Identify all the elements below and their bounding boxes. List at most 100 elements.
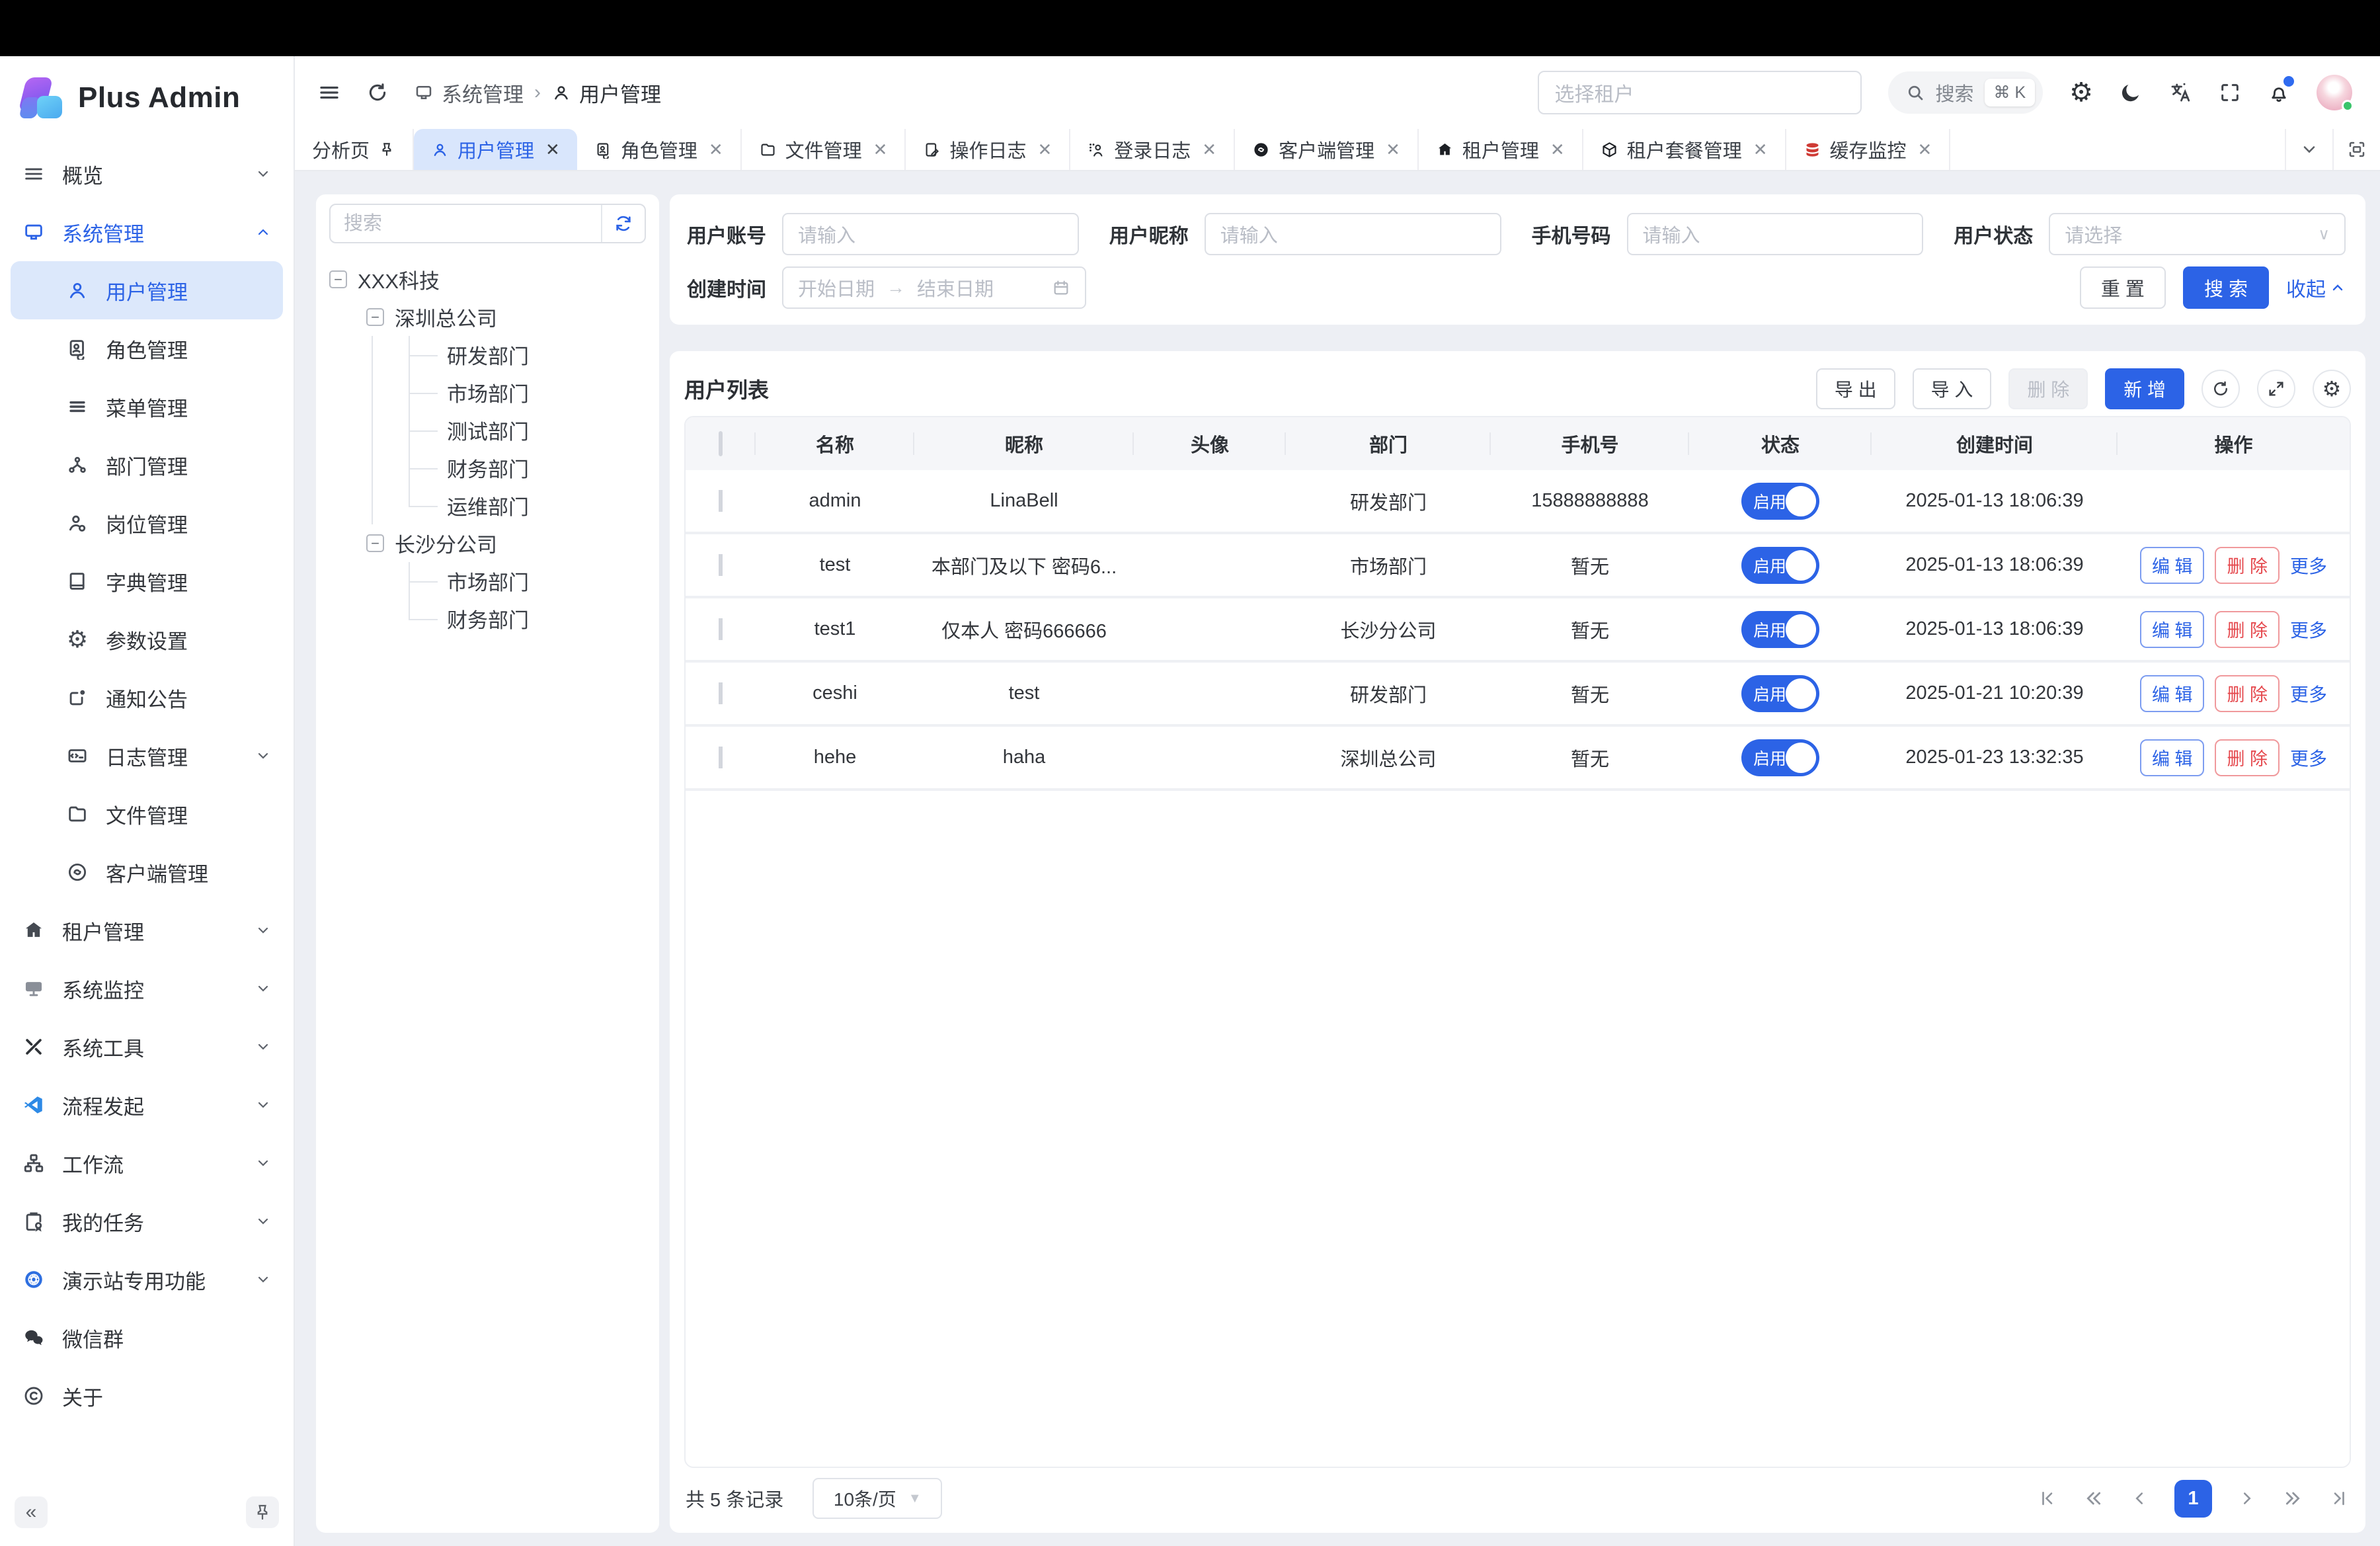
first-page-button[interactable] bbox=[2038, 1488, 2058, 1508]
user-avatar[interactable] bbox=[2317, 75, 2352, 110]
table-refresh-button[interactable] bbox=[2202, 370, 2240, 408]
sidebar-item-system-mgmt[interactable]: 系统管理 bbox=[11, 203, 283, 261]
status-toggle[interactable]: 启用 bbox=[1741, 483, 1819, 520]
export-button[interactable]: 导 出 bbox=[1816, 368, 1895, 409]
tree-collapse-box[interactable]: − bbox=[366, 308, 384, 326]
sidebar-item-workflow[interactable]: 工作流 bbox=[11, 1134, 283, 1192]
delete-row-button[interactable]: 删 除 bbox=[2215, 675, 2280, 712]
tree-node-rd-dept[interactable]: 研发部门 bbox=[329, 336, 646, 374]
table-settings-button[interactable]: ⚙ bbox=[2313, 370, 2351, 408]
table-fullscreen-button[interactable] bbox=[2257, 370, 2295, 408]
back-5-pages-button[interactable] bbox=[2083, 1488, 2104, 1509]
tree-node-finance-dept[interactable]: 财务部门 bbox=[329, 449, 646, 487]
close-icon[interactable]: ✕ bbox=[1753, 140, 1768, 160]
tab-file-mgmt[interactable]: 文件管理 ✕ bbox=[742, 129, 906, 170]
close-icon[interactable]: ✕ bbox=[1386, 140, 1400, 160]
tab-login-log[interactable]: 登录日志 ✕ bbox=[1070, 129, 1235, 170]
delete-row-button[interactable]: 删 除 bbox=[2215, 739, 2280, 776]
sidebar-item-param-settings[interactable]: ⚙ 参数设置 bbox=[11, 610, 283, 669]
more-link[interactable]: 更多 bbox=[2290, 680, 2327, 707]
sidebar-item-overview[interactable]: 概览 bbox=[11, 145, 283, 203]
row-checkbox[interactable] bbox=[719, 618, 723, 640]
nickname-input[interactable]: 请输入 bbox=[1205, 213, 1501, 255]
sidebar-item-wechat-group[interactable]: 微信群 bbox=[11, 1309, 283, 1367]
sidebar-item-tenant-mgmt[interactable]: 租户管理 bbox=[11, 901, 283, 959]
next-page-button[interactable] bbox=[2237, 1488, 2257, 1508]
dept-search-input[interactable] bbox=[331, 213, 601, 235]
row-checkbox[interactable] bbox=[719, 490, 723, 512]
content-fullscreen-button[interactable] bbox=[2332, 129, 2380, 170]
tab-cache-monitor[interactable]: 缓存监控 ✕ bbox=[1786, 129, 1951, 170]
sidebar-item-dict-mgmt[interactable]: 字典管理 bbox=[11, 552, 283, 610]
account-input[interactable]: 请输入 bbox=[782, 213, 1079, 255]
sidebar-item-user-mgmt[interactable]: 用户管理 bbox=[11, 261, 283, 319]
close-icon[interactable]: ✕ bbox=[709, 140, 723, 160]
status-toggle[interactable]: 启用 bbox=[1741, 611, 1819, 648]
breadcrumb-system-mgmt[interactable]: 系统管理 bbox=[414, 78, 524, 108]
sidebar-item-file-mgmt[interactable]: 文件管理 bbox=[11, 785, 283, 843]
hamburger-menu-icon[interactable] bbox=[317, 81, 341, 104]
delete-button[interactable]: 删 除 bbox=[2008, 368, 2088, 409]
pin-icon[interactable] bbox=[378, 141, 395, 158]
sidebar-item-dept-mgmt[interactable]: 部门管理 bbox=[11, 436, 283, 494]
tree-refresh-button[interactable] bbox=[601, 205, 645, 242]
row-checkbox[interactable] bbox=[719, 682, 723, 704]
translate-icon[interactable] bbox=[2168, 81, 2192, 104]
sidebar-item-notice[interactable]: 通知公告 bbox=[11, 669, 283, 727]
sidebar-item-log-mgmt[interactable]: 日志管理 bbox=[11, 727, 283, 785]
tab-analysis[interactable]: 分析页 bbox=[295, 129, 414, 170]
more-link[interactable]: 更多 bbox=[2290, 616, 2327, 643]
page-size-select[interactable]: 10条/页 ▼ bbox=[813, 1478, 942, 1519]
tab-list-dropdown-button[interactable] bbox=[2285, 129, 2332, 170]
forward-5-pages-button[interactable] bbox=[2282, 1488, 2303, 1509]
close-icon[interactable]: ✕ bbox=[1918, 140, 1932, 160]
tab-operation-log[interactable]: 操作日志 ✕ bbox=[906, 129, 1070, 170]
tree-node-ops-dept[interactable]: 运维部门 bbox=[329, 487, 646, 524]
delete-row-button[interactable]: 删 除 bbox=[2215, 611, 2280, 648]
tree-node-cs-market-dept[interactable]: 市场部门 bbox=[329, 562, 646, 600]
sidebar-item-post-mgmt[interactable]: 岗位管理 bbox=[11, 494, 283, 552]
more-link[interactable]: 更多 bbox=[2290, 745, 2327, 771]
more-link[interactable]: 更多 bbox=[2290, 552, 2327, 579]
sidebar-item-client-mgmt[interactable]: 客户端管理 bbox=[11, 843, 283, 901]
delete-row-button[interactable]: 删 除 bbox=[2215, 547, 2280, 584]
reset-button[interactable]: 重 置 bbox=[2080, 266, 2166, 309]
import-button[interactable]: 导 入 bbox=[1913, 368, 1992, 409]
close-icon[interactable]: ✕ bbox=[1202, 140, 1216, 160]
sidebar-item-demo-features[interactable]: 演示站专用功能 bbox=[11, 1250, 283, 1309]
close-icon[interactable]: ✕ bbox=[1037, 140, 1052, 160]
tree-node-cs-finance-dept[interactable]: 财务部门 bbox=[329, 600, 646, 637]
created-date-range[interactable]: 开始日期 → 结束日期 bbox=[782, 266, 1086, 309]
tab-role-mgmt[interactable]: 角色管理 ✕ bbox=[577, 129, 742, 170]
close-icon[interactable]: ✕ bbox=[545, 140, 560, 160]
tree-node-market-dept[interactable]: 市场部门 bbox=[329, 374, 646, 411]
search-button[interactable]: 搜 索 bbox=[2183, 266, 2269, 309]
sidebar-item-system-monitor[interactable]: 系统监控 bbox=[11, 959, 283, 1018]
dark-mode-moon-icon[interactable] bbox=[2120, 81, 2142, 104]
status-select[interactable]: 请选择 ∨ bbox=[2049, 213, 2346, 255]
close-icon[interactable]: ✕ bbox=[1550, 140, 1565, 160]
edit-button[interactable]: 编 辑 bbox=[2140, 675, 2205, 712]
sidebar-item-role-mgmt[interactable]: 角色管理 bbox=[11, 319, 283, 378]
status-toggle[interactable]: 启用 bbox=[1741, 547, 1819, 584]
edit-button[interactable]: 编 辑 bbox=[2140, 547, 2205, 584]
row-checkbox[interactable] bbox=[719, 747, 723, 768]
edit-button[interactable]: 编 辑 bbox=[2140, 611, 2205, 648]
breadcrumb-user-mgmt[interactable]: 用户管理 bbox=[551, 78, 661, 108]
sidebar-item-about[interactable]: 关于 bbox=[11, 1367, 283, 1425]
sidebar-item-my-tasks[interactable]: 我的任务 bbox=[11, 1192, 283, 1250]
tree-node-company[interactable]: − XXX科技 bbox=[329, 261, 646, 298]
tenant-select[interactable]: 选择租户 bbox=[1538, 71, 1862, 114]
select-all-checkbox[interactable] bbox=[719, 431, 723, 456]
tree-node-shenzhen-hq[interactable]: − 深圳总公司 bbox=[329, 298, 646, 336]
tree-node-test-dept[interactable]: 测试部门 bbox=[329, 411, 646, 449]
row-checkbox[interactable] bbox=[719, 554, 723, 576]
sidebar-collapse-button[interactable]: « bbox=[15, 1496, 48, 1528]
prev-page-button[interactable] bbox=[2129, 1488, 2149, 1508]
tab-user-mgmt[interactable]: 用户管理 ✕ bbox=[414, 129, 577, 170]
tab-tenant-package-mgmt[interactable]: 租户套餐管理 ✕ bbox=[1583, 129, 1786, 170]
tree-node-changsha-branch[interactable]: − 长沙分公司 bbox=[329, 524, 646, 562]
fullscreen-icon[interactable] bbox=[2219, 81, 2241, 104]
tree-collapse-box[interactable]: − bbox=[329, 270, 347, 288]
refresh-icon[interactable] bbox=[366, 81, 389, 104]
